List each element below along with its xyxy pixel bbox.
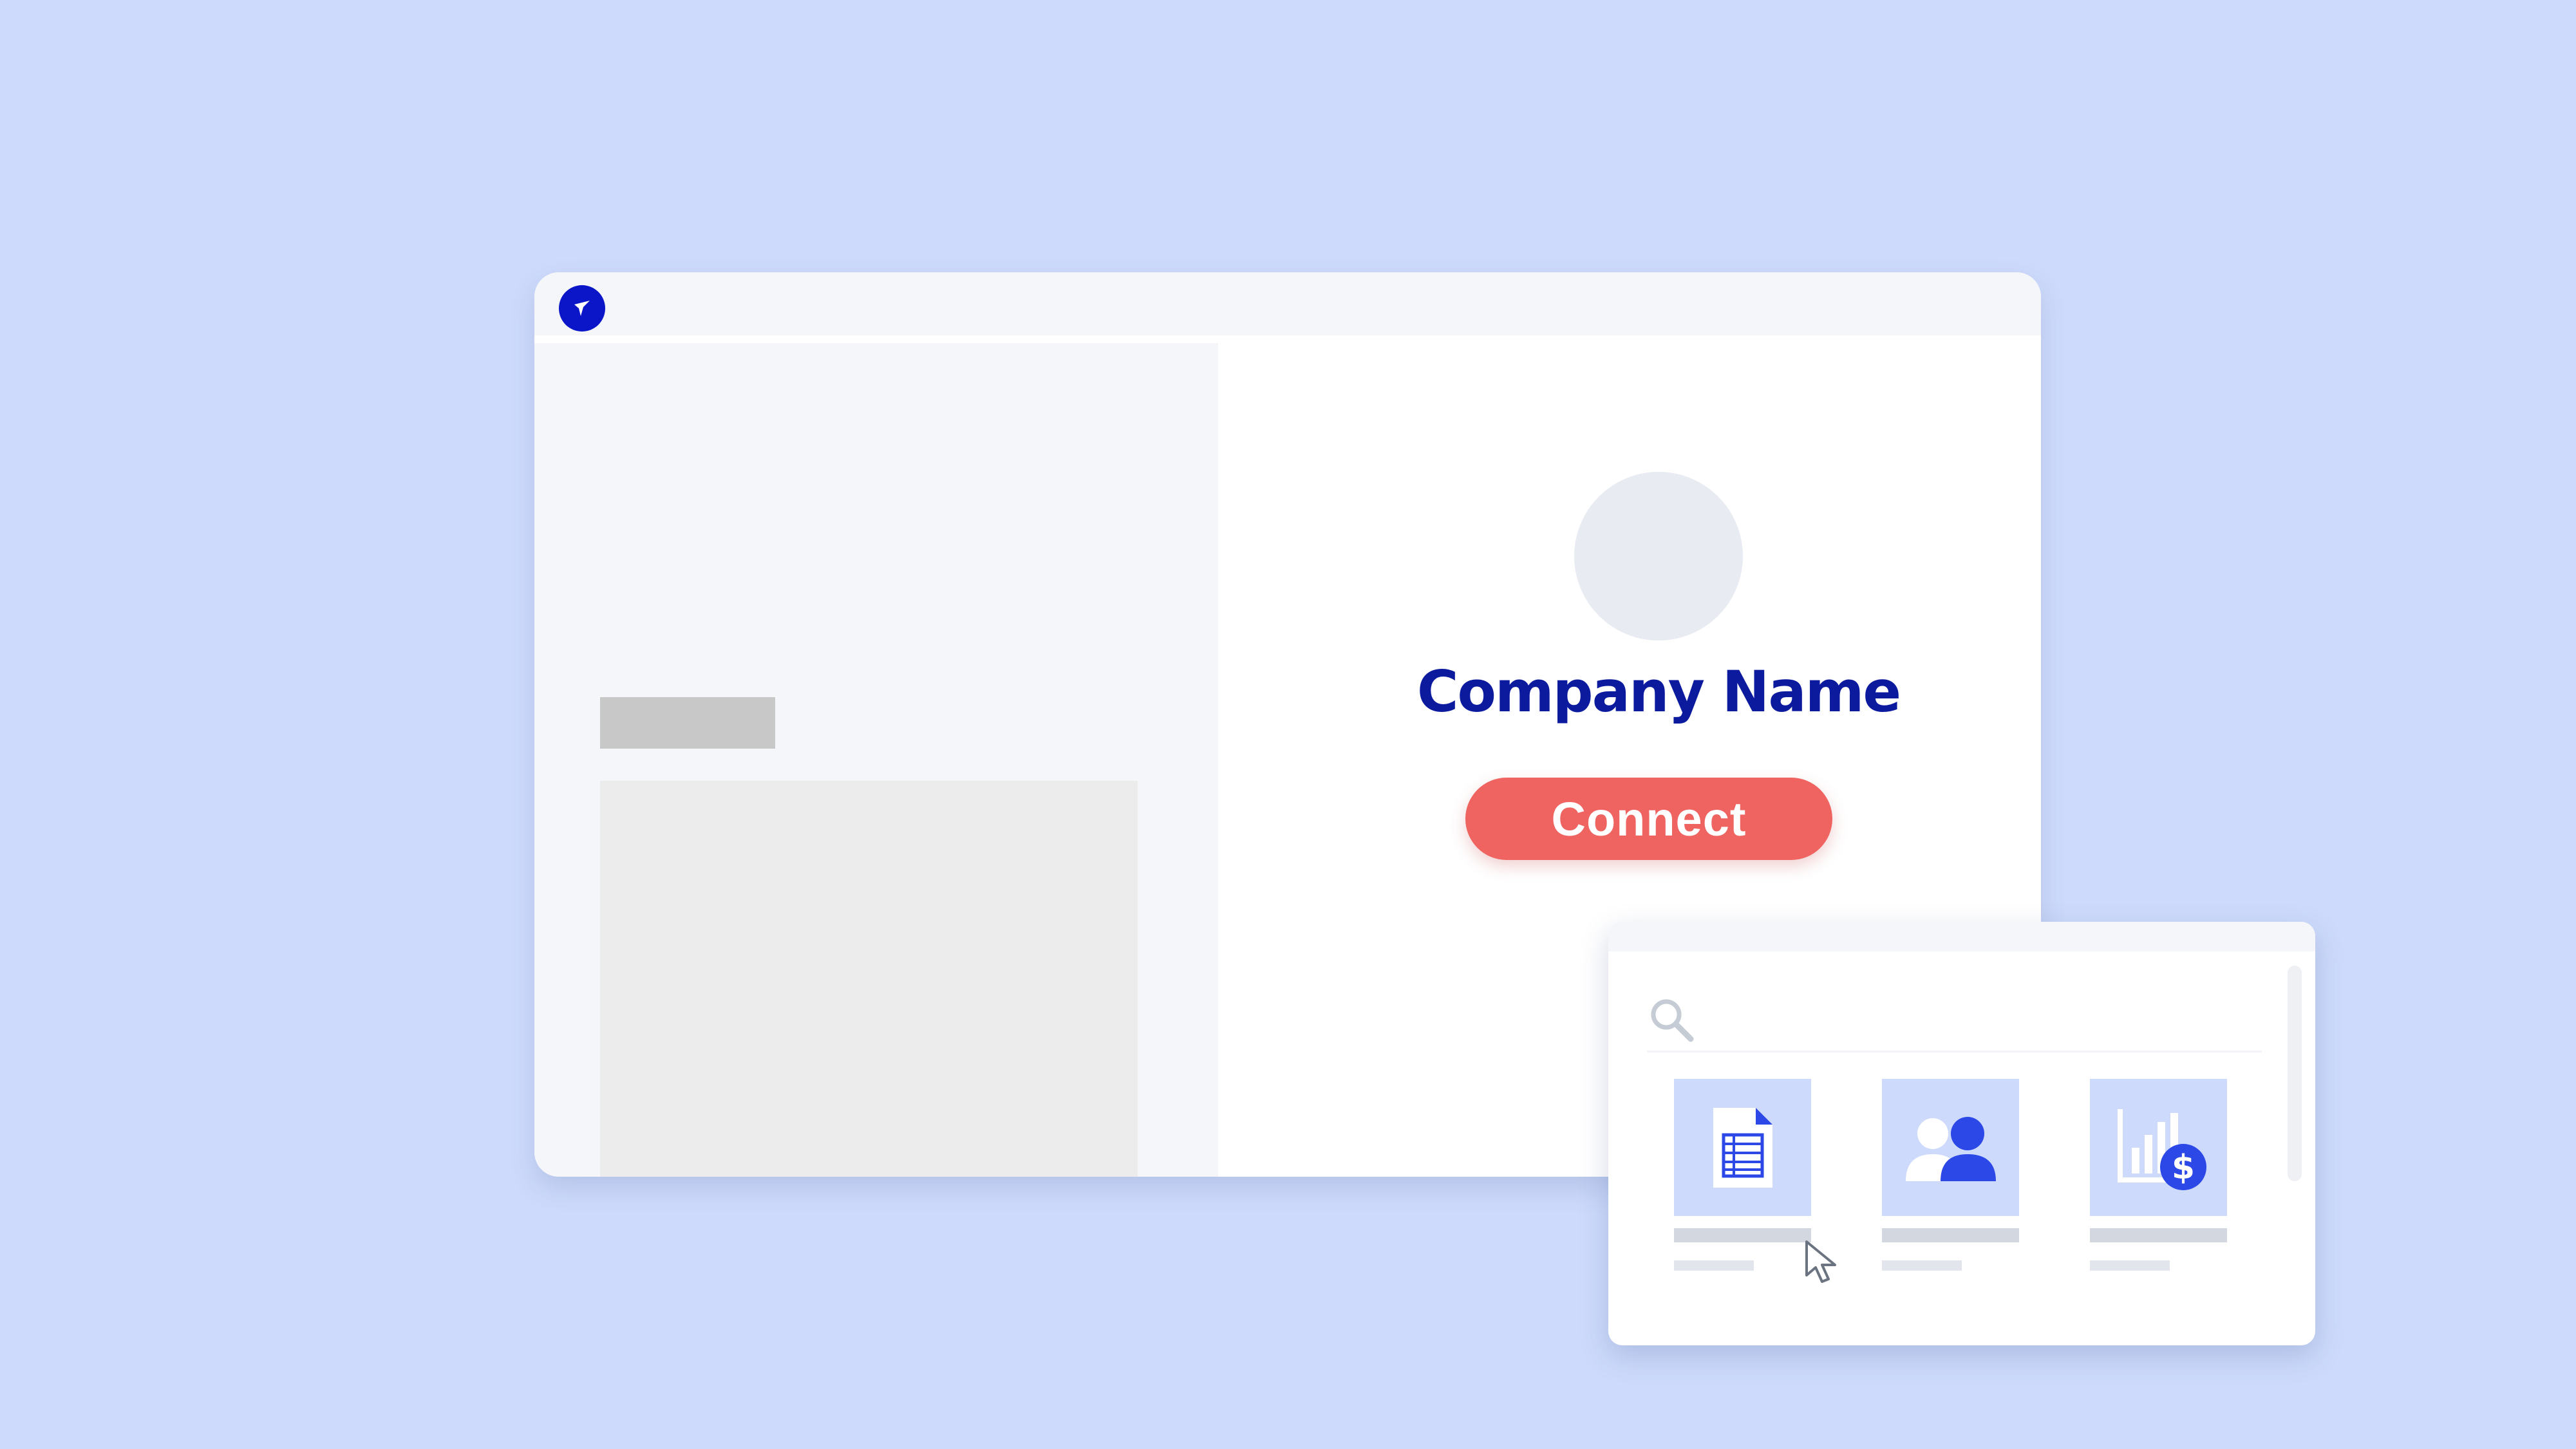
company-name-title: Company Name [1416,659,1901,725]
picker-item-spreadsheet[interactable] [1674,1079,1811,1216]
picker-item-financial-report[interactable]: $ [2090,1079,2227,1216]
picker-item-sublabel-placeholder [1674,1260,1754,1271]
picker-item-users[interactable] [1882,1079,2019,1216]
search-icon[interactable] [1647,995,1697,1045]
financial-report-chart-icon: $ [2117,1108,2206,1190]
picker-scrollbar[interactable] [2288,966,2302,1181]
spreadsheet-document-icon [1713,1107,1772,1188]
picker-titlebar [1608,922,2315,951]
svg-text:$: $ [2171,1148,2194,1187]
users-group-icon [1905,1116,1996,1181]
window-titlebar [534,272,2041,335]
placeholder-image-block [600,781,1138,1177]
app-logo-icon[interactable] [559,285,605,332]
picker-item-sublabel-placeholder [1882,1260,1962,1271]
mouse-cursor-icon [1805,1240,1836,1283]
search-divider [1647,1051,2262,1052]
company-avatar [1574,472,1743,640]
placeholder-heading-bar [600,697,775,749]
picker-item-label-placeholder [1674,1228,1811,1242]
connect-button[interactable]: Connect [1465,778,1832,860]
left-panel [534,343,1218,1177]
picker-item-label-placeholder [2090,1228,2227,1242]
integration-picker-window: $ [1608,922,2315,1345]
picker-item-sublabel-placeholder [2090,1260,2170,1271]
picker-item-label-placeholder [1882,1228,2019,1242]
